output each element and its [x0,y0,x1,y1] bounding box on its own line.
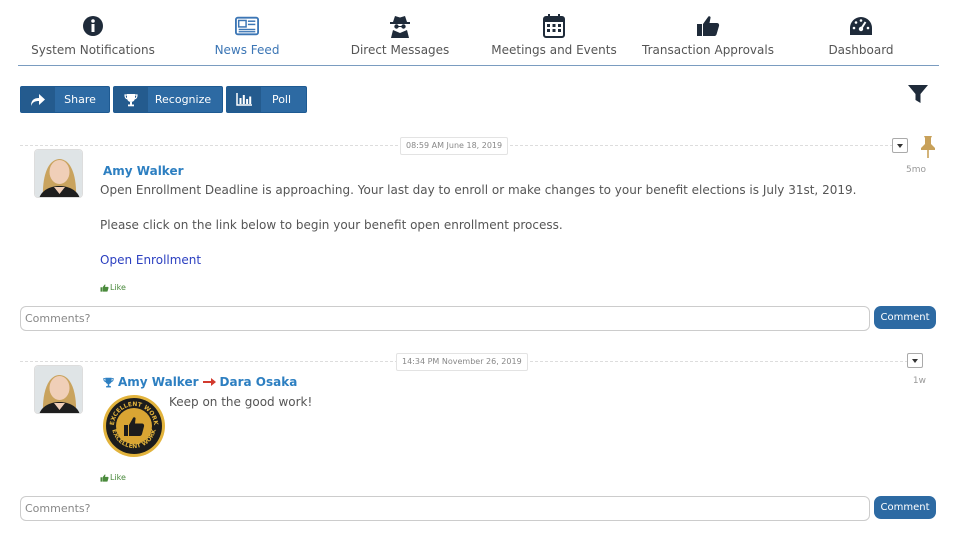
spy-icon [388,14,412,38]
filter-icon[interactable] [908,84,928,104]
trophy-icon [114,87,148,112]
nav-label: System Notifications [31,43,155,57]
pin-icon[interactable] [918,135,938,163]
post-author[interactable]: Amy Walker [103,164,184,178]
info-icon [81,14,105,38]
newspaper-icon [235,14,259,38]
avatar[interactable] [34,149,83,198]
share-arrow-icon [21,87,55,112]
open-enrollment-link[interactable]: Open Enrollment [100,253,201,267]
post-author[interactable]: Amy Walker [118,375,199,389]
nav-news-feed[interactable]: News Feed [172,0,322,65]
comment-input[interactable] [20,306,870,331]
nav-direct-messages[interactable]: Direct Messages [325,0,475,65]
post-options-dropdown[interactable] [892,138,908,153]
nav-label: Dashboard [828,43,894,57]
like-label: Like [110,283,126,292]
nav-label: News Feed [214,43,280,57]
nav-meetings-and-events[interactable]: Meetings and Events [479,0,629,65]
excellent-work-badge: EXCELLENT WORK EXCELLENT WORK [102,394,166,458]
dashboard-gauge-icon [849,14,873,38]
nav-label: Transaction Approvals [642,43,774,57]
nav-system-notifications[interactable]: System Notifications [18,0,168,65]
recipient-name[interactable]: Dara Osaka [220,375,298,389]
nav-transaction-approvals[interactable]: Transaction Approvals [633,0,783,65]
recognition-header: Amy Walker Dara Osaka [103,375,297,389]
poll-button[interactable]: Poll [226,86,307,113]
trophy-icon [103,377,114,387]
poll-label: Poll [271,93,292,106]
post-age: 5mo [906,165,926,175]
recognize-button[interactable]: Recognize [113,86,223,113]
calendar-icon [542,14,566,38]
bar-chart-icon [227,87,261,112]
post-age: 1w [912,376,926,386]
thumbs-up-icon [100,473,109,482]
post-text: Keep on the good work! [169,395,313,409]
post-timestamp: 14:34 PM November 26, 2019 [396,353,528,371]
thumbs-up-icon [696,14,720,38]
post-text: Open Enrollment Deadline is approaching.… [100,183,857,197]
top-navigation: System Notifications News Feed Direct Me… [18,0,939,66]
nav-label: Meetings and Events [491,43,617,57]
avatar[interactable] [34,365,83,414]
right-arrow-icon [202,378,216,386]
recognize-label: Recognize [154,93,212,106]
post-options-dropdown[interactable] [907,353,923,368]
share-button[interactable]: Share [20,86,110,113]
like-button[interactable]: Like [100,283,126,292]
nav-label: Direct Messages [350,43,450,57]
thumbs-up-icon [100,283,109,292]
like-label: Like [110,473,126,482]
comment-button[interactable]: Comment [874,496,936,519]
comment-button[interactable]: Comment [874,306,936,329]
post-text: Please click on the link below to begin … [100,218,563,232]
comment-input[interactable] [20,496,870,521]
share-label: Share [64,93,96,106]
nav-dashboard[interactable]: Dashboard [786,0,936,65]
post-timestamp: 08:59 AM June 18, 2019 [400,137,509,155]
like-button[interactable]: Like [100,473,126,482]
